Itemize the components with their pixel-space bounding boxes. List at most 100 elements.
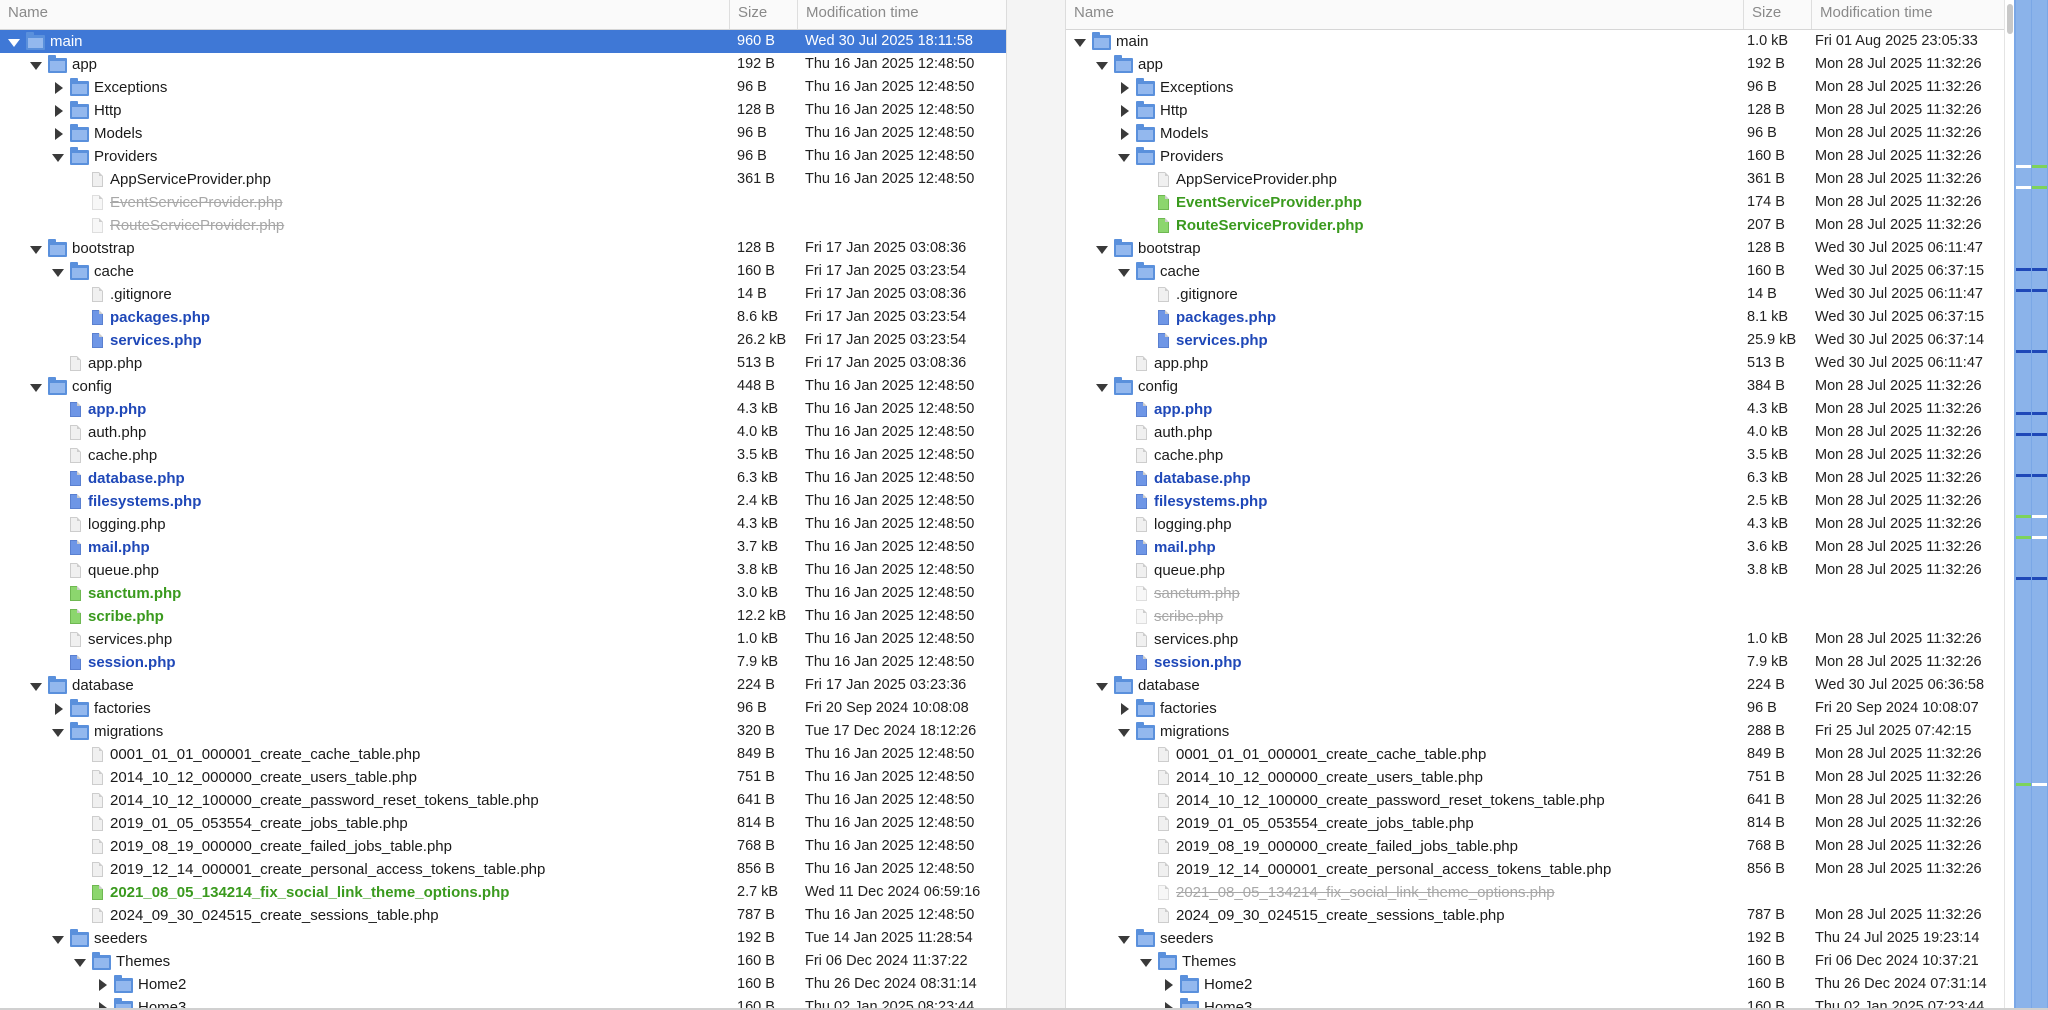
file-row[interactable]: 2021_08_05_134214_fix_social_link_theme_… <box>1066 881 2004 904</box>
disclosure-expanded-icon[interactable] <box>1116 260 1132 283</box>
scrollbar-thumb[interactable] <box>2007 4 2013 34</box>
file-row[interactable]: app.php 513 B Wed 30 Jul 2025 06:11:47 <box>1066 352 2004 375</box>
disclosure-expanded-icon[interactable] <box>28 237 44 260</box>
folder-row[interactable]: seeders 192 B Thu 24 Jul 2025 19:23:14 <box>1066 927 2004 950</box>
file-row[interactable]: scribe.php 12.2 kB Thu 16 Jan 2025 12:48:5… <box>0 605 1006 628</box>
file-row[interactable]: cache.php 3.5 kB Mon 28 Jul 2025 11:32:26 <box>1066 444 2004 467</box>
file-row[interactable]: 2014_10_12_100000_create_password_reset_… <box>1066 789 2004 812</box>
folder-row[interactable]: Themes 160 B Fri 06 Dec 2024 10:37:21 <box>1066 950 2004 973</box>
file-row[interactable]: queue.php 3.8 kB Thu 16 Jan 2025 12:48:50 <box>0 559 1006 582</box>
disclosure-expanded-icon[interactable] <box>1116 145 1132 168</box>
file-row[interactable]: app.php 4.3 kB Mon 28 Jul 2025 11:32:26 <box>1066 398 2004 421</box>
folder-row[interactable]: bootstrap 128 B Wed 30 Jul 2025 06:11:47 <box>1066 237 2004 260</box>
file-row[interactable]: 2014_10_12_000000_create_users_table.php… <box>0 766 1006 789</box>
file-row[interactable]: sanctum.php <box>1066 582 2004 605</box>
file-row[interactable]: AppServiceProvider.php 361 B Thu 16 Jan 20… <box>0 168 1006 191</box>
folder-row[interactable]: migrations 288 B Fri 25 Jul 2025 07:42:15 <box>1066 720 2004 743</box>
folder-row[interactable]: migrations 320 B Tue 17 Dec 2024 18:12:26 <box>0 720 1006 743</box>
folder-row[interactable]: cache 160 B Wed 30 Jul 2025 06:37:15 <box>1066 260 2004 283</box>
size-column-header[interactable]: Size <box>730 0 798 29</box>
folder-row[interactable]: Models 96 B Mon 28 Jul 2025 11:32:26 <box>1066 122 2004 145</box>
file-row[interactable]: app.php 4.3 kB Thu 16 Jan 2025 12:48:50 <box>0 398 1006 421</box>
disclosure-expanded-icon[interactable] <box>50 720 66 743</box>
folder-row[interactable]: Models 96 B Thu 16 Jan 2025 12:48:50 <box>0 122 1006 145</box>
disclosure-expanded-icon[interactable] <box>72 950 88 973</box>
left-directory-pane[interactable]: Name Size Modification time main 960 B Wed… <box>0 0 1006 1010</box>
disclosure-expanded-icon[interactable] <box>1094 53 1110 76</box>
file-row[interactable]: 2019_01_05_053554_create_jobs_table.php 8… <box>0 812 1006 835</box>
file-row[interactable]: AppServiceProvider.php 361 B Mon 28 Jul 20… <box>1066 168 2004 191</box>
file-row[interactable]: .gitignore 14 B Fri 17 Jan 2025 03:08:36 <box>0 283 1006 306</box>
file-row[interactable]: filesystems.php 2.4 kB Thu 16 Jan 2025 12:… <box>0 490 1006 513</box>
file-row[interactable]: 2024_09_30_024515_create_sessions_table.… <box>1066 904 2004 927</box>
disclosure-expanded-icon[interactable] <box>50 145 66 168</box>
file-row[interactable]: cache.php 3.5 kB Thu 16 Jan 2025 12:48:50 <box>0 444 1006 467</box>
file-row[interactable]: RouteServiceProvider.php <box>0 214 1006 237</box>
folder-row[interactable]: factories 96 B Fri 20 Sep 2024 10:08:08 <box>0 697 1006 720</box>
folder-row[interactable]: bootstrap 128 B Fri 17 Jan 2025 03:08:36 <box>0 237 1006 260</box>
disclosure-collapsed-icon[interactable] <box>1116 99 1132 122</box>
folder-row[interactable]: main 1.0 kB Fri 01 Aug 2025 23:05:33 <box>1066 30 2004 53</box>
file-row[interactable]: 2019_08_19_000000_create_failed_jobs_tab… <box>0 835 1006 858</box>
file-row[interactable]: mail.php 3.6 kB Mon 28 Jul 2025 11:32:26 <box>1066 536 2004 559</box>
disclosure-expanded-icon[interactable] <box>28 53 44 76</box>
file-row[interactable]: database.php 6.3 kB Mon 28 Jul 2025 11:32:… <box>1066 467 2004 490</box>
folder-row[interactable]: Providers 160 B Mon 28 Jul 2025 11:32:26 <box>1066 145 2004 168</box>
disclosure-expanded-icon[interactable] <box>1116 927 1132 950</box>
disclosure-expanded-icon[interactable] <box>28 674 44 697</box>
file-row[interactable]: filesystems.php 2.5 kB Mon 28 Jul 2025 11:… <box>1066 490 2004 513</box>
disclosure-expanded-icon[interactable] <box>1072 30 1088 53</box>
folder-row[interactable]: app 192 B Mon 28 Jul 2025 11:32:26 <box>1066 53 2004 76</box>
disclosure-collapsed-icon[interactable] <box>50 99 66 122</box>
file-row[interactable]: 2024_09_30_024515_create_sessions_table.… <box>0 904 1006 927</box>
file-row[interactable]: mail.php 3.7 kB Thu 16 Jan 2025 12:48:50 <box>0 536 1006 559</box>
file-row[interactable]: EventServiceProvider.php 174 B Mon 28 Jul … <box>1066 191 2004 214</box>
file-row[interactable]: services.php 26.2 kB Fri 17 Jan 2025 03:23… <box>0 329 1006 352</box>
right-directory-pane[interactable]: Name Size Modification time main 1.0 kB Fr… <box>1066 0 2004 1010</box>
disclosure-collapsed-icon[interactable] <box>1116 76 1132 99</box>
disclosure-collapsed-icon[interactable] <box>1116 697 1132 720</box>
file-row[interactable]: services.php 1.0 kB Mon 28 Jul 2025 11:32:… <box>1066 628 2004 651</box>
mtime-column-header[interactable]: Modification time <box>798 0 1006 29</box>
disclosure-collapsed-icon[interactable] <box>50 122 66 145</box>
disclosure-collapsed-icon[interactable] <box>94 973 110 996</box>
file-row[interactable]: services.php 25.9 kB Wed 30 Jul 2025 06:37… <box>1066 329 2004 352</box>
folder-row[interactable]: Providers 96 B Thu 16 Jan 2025 12:48:50 <box>0 145 1006 168</box>
file-row[interactable]: sanctum.php 3.0 kB Thu 16 Jan 2025 12:48:5… <box>0 582 1006 605</box>
folder-row[interactable]: Http 128 B Mon 28 Jul 2025 11:32:26 <box>1066 99 2004 122</box>
file-row[interactable]: auth.php 4.0 kB Thu 16 Jan 2025 12:48:50 <box>0 421 1006 444</box>
disclosure-expanded-icon[interactable] <box>1094 237 1110 260</box>
folder-row[interactable]: Home2 160 B Thu 26 Dec 2024 08:31:14 <box>0 973 1006 996</box>
folder-row[interactable]: Http 128 B Thu 16 Jan 2025 12:48:50 <box>0 99 1006 122</box>
disclosure-collapsed-icon[interactable] <box>1160 973 1176 996</box>
size-column-header[interactable]: Size <box>1744 0 1812 29</box>
name-column-header[interactable]: Name <box>1066 0 1744 29</box>
file-row[interactable]: session.php 7.9 kB Mon 28 Jul 2025 11:32:2… <box>1066 651 2004 674</box>
folder-row[interactable]: Themes 160 B Fri 06 Dec 2024 11:37:22 <box>0 950 1006 973</box>
disclosure-expanded-icon[interactable] <box>50 260 66 283</box>
file-row[interactable]: 2019_08_19_000000_create_failed_jobs_tab… <box>1066 835 2004 858</box>
folder-row[interactable]: factories 96 B Fri 20 Sep 2024 10:08:07 <box>1066 697 2004 720</box>
disclosure-expanded-icon[interactable] <box>6 30 22 53</box>
file-row[interactable]: .gitignore 14 B Wed 30 Jul 2025 06:11:47 <box>1066 283 2004 306</box>
name-column-header[interactable]: Name <box>0 0 730 29</box>
file-row[interactable]: 2019_12_14_000001_create_personal_access… <box>0 858 1006 881</box>
disclosure-collapsed-icon[interactable] <box>50 697 66 720</box>
file-row[interactable]: session.php 7.9 kB Thu 16 Jan 2025 12:48:5… <box>0 651 1006 674</box>
folder-row[interactable]: Exceptions 96 B Mon 28 Jul 2025 11:32:26 <box>1066 76 2004 99</box>
file-row[interactable]: RouteServiceProvider.php 207 B Mon 28 Jul … <box>1066 214 2004 237</box>
disclosure-expanded-icon[interactable] <box>1138 950 1154 973</box>
folder-row[interactable]: cache 160 B Fri 17 Jan 2025 03:23:54 <box>0 260 1006 283</box>
file-row[interactable]: scribe.php <box>1066 605 2004 628</box>
file-row[interactable]: 2014_10_12_100000_create_password_reset_… <box>0 789 1006 812</box>
disclosure-collapsed-icon[interactable] <box>50 76 66 99</box>
file-row[interactable]: packages.php 8.6 kB Fri 17 Jan 2025 03:23:… <box>0 306 1006 329</box>
folder-row[interactable]: database 224 B Fri 17 Jan 2025 03:23:36 <box>0 674 1006 697</box>
file-row[interactable]: 0001_01_01_000001_create_cache_table.php… <box>1066 743 2004 766</box>
disclosure-collapsed-icon[interactable] <box>1116 122 1132 145</box>
folder-row[interactable]: Exceptions 96 B Thu 16 Jan 2025 12:48:50 <box>0 76 1006 99</box>
mtime-column-header[interactable]: Modification time <box>1812 0 2004 29</box>
file-row[interactable]: logging.php 4.3 kB Thu 16 Jan 2025 12:48:5… <box>0 513 1006 536</box>
file-row[interactable]: app.php 513 B Fri 17 Jan 2025 03:08:36 <box>0 352 1006 375</box>
folder-row[interactable]: database 224 B Wed 30 Jul 2025 06:36:58 <box>1066 674 2004 697</box>
